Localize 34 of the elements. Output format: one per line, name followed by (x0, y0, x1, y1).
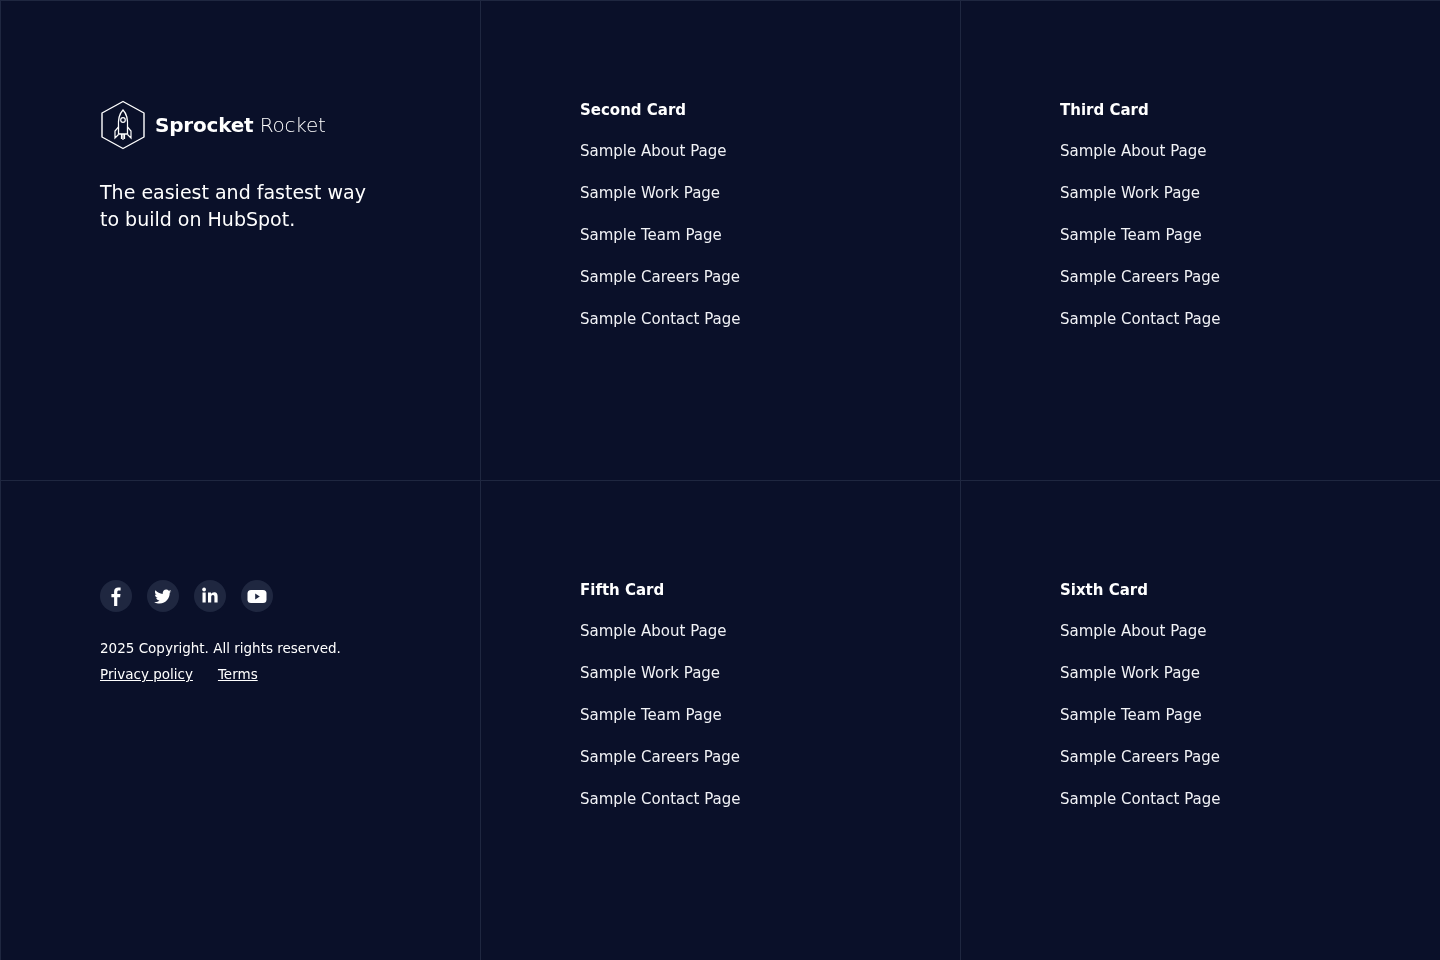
nav-link[interactable]: Sample Careers Page (580, 265, 741, 289)
nav-link[interactable]: Sample Work Page (580, 661, 721, 685)
nav-link[interactable]: Sample Work Page (580, 181, 721, 205)
nav-link[interactable]: Sample Careers Page (580, 745, 741, 769)
brand-name: Sprocket Rocket (155, 113, 326, 137)
nav-link[interactable]: Sample About Page (580, 619, 727, 643)
card-title: Second Card (580, 100, 687, 121)
nav-link[interactable]: Sample About Page (1060, 139, 1207, 163)
nav-link[interactable]: Sample Contact Page (1060, 787, 1221, 811)
card-title: Sixth Card (1060, 580, 1148, 601)
nav-link[interactable]: Sample Work Page (1060, 181, 1201, 205)
legal-link[interactable]: Terms (217, 664, 258, 684)
card-title: Fifth Card (580, 580, 665, 601)
nav-link[interactable]: Sample Team Page (580, 703, 722, 727)
twitter-bird-icon[interactable] (147, 580, 179, 612)
legal-link[interactable]: Privacy policy (100, 664, 193, 684)
linkedin-icon[interactable] (194, 580, 226, 612)
nav-link[interactable]: Sample Team Page (1060, 703, 1202, 727)
nav-link[interactable]: Sample Contact Page (580, 787, 741, 811)
tagline: The easiest and fastest way to build on HubSpot. (100, 180, 367, 232)
nav-link[interactable]: Sample Contact Page (580, 307, 741, 331)
nav-link[interactable]: Sample Contact Page (1060, 307, 1221, 331)
youtube-icon[interactable] (241, 580, 273, 612)
card-title: Third Card (1060, 100, 1149, 121)
nav-link[interactable]: Sample Team Page (580, 223, 722, 247)
nav-link[interactable]: Sample Team Page (1060, 223, 1202, 247)
nav-link[interactable]: Sample About Page (580, 139, 727, 163)
copyright-text: 2025 Copyright. All rights reserved. (100, 639, 341, 658)
facebook-icon[interactable] (100, 580, 132, 612)
nav-link[interactable]: Sample Careers Page (1060, 265, 1221, 289)
nav-link[interactable]: Sample Work Page (1060, 661, 1201, 685)
rocket-hexagon-logo-icon (100, 100, 146, 150)
nav-link[interactable]: Sample About Page (1060, 619, 1207, 643)
nav-link[interactable]: Sample Careers Page (1060, 745, 1221, 769)
